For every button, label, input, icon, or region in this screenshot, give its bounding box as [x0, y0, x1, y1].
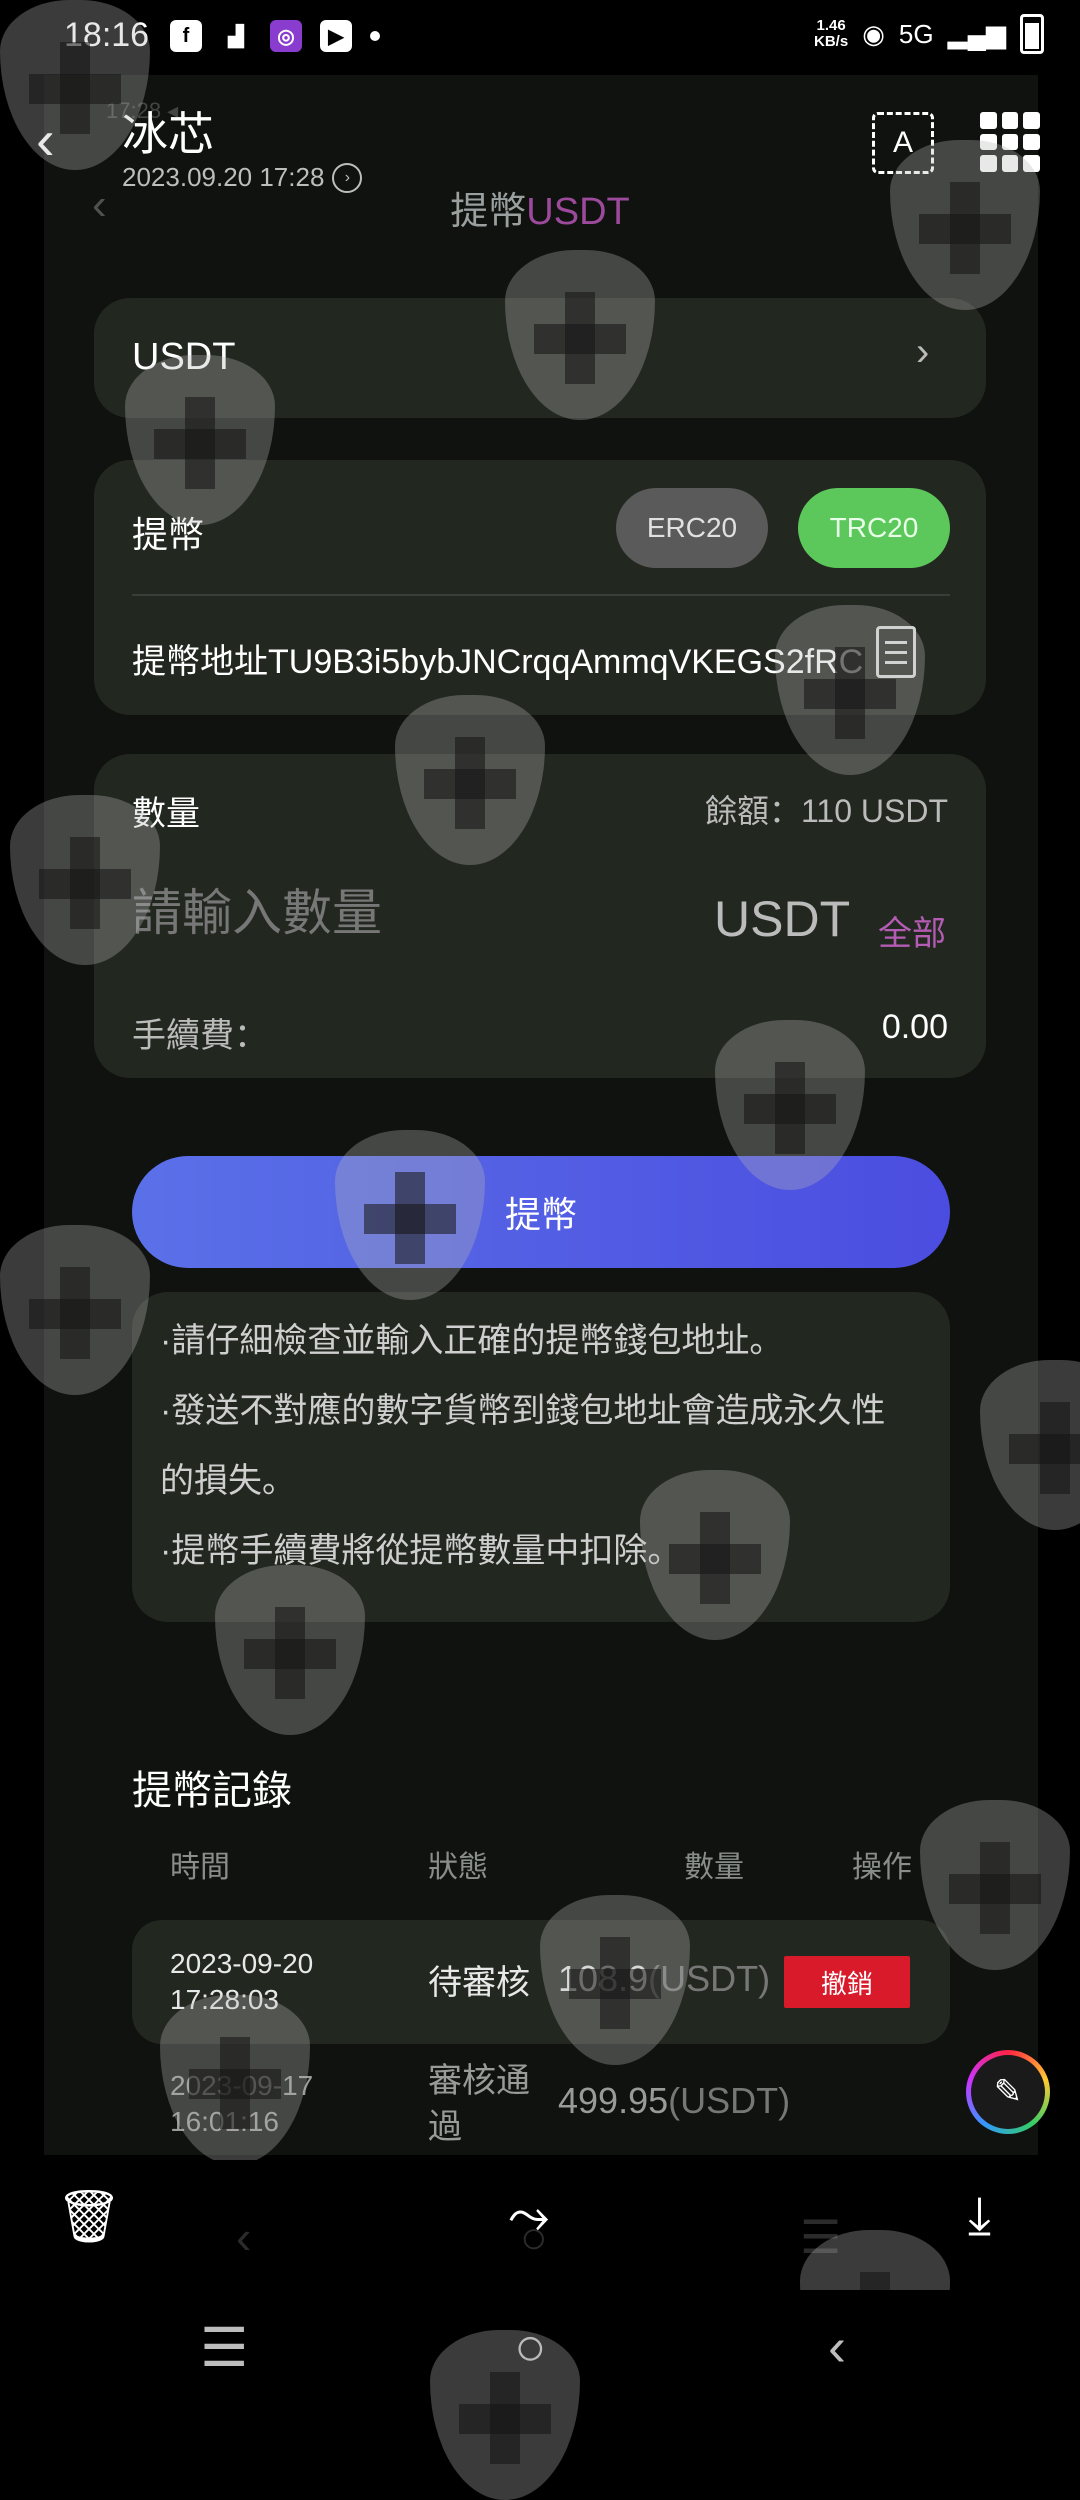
- row-amount: 499.95(USDT): [558, 2080, 791, 2121]
- dot-icon: [370, 31, 380, 41]
- status-app-icons: f ▟ ◎ ▶: [170, 20, 380, 52]
- facebook-icon: f: [170, 20, 202, 52]
- note-line: 的損失。: [160, 1462, 296, 1500]
- chevron-right-icon: ›: [916, 330, 930, 374]
- header-amount: 數量: [684, 1851, 744, 1884]
- header-action: 操作: [852, 1851, 912, 1884]
- trash-icon[interactable]: 🗑: [56, 2186, 122, 2247]
- signal-stats-icon: ▟: [228, 25, 244, 48]
- divider: [132, 594, 950, 596]
- amount-input[interactable]: [132, 884, 652, 942]
- records-title: 提幣記錄: [132, 1769, 292, 1813]
- row-status: 待審核: [428, 1964, 530, 2002]
- watermark-shield-icon: [430, 2330, 580, 2500]
- address-field[interactable]: 提幣地址TU9B3i5bybJNCrqqAmmqVKEGS2fRC: [132, 634, 872, 683]
- hotspot-icon: ◉: [862, 18, 885, 49]
- share-icon[interactable]: ⤳: [508, 2186, 550, 2247]
- row-status: 審核通過: [428, 2062, 530, 2146]
- amount-unit: USDT: [714, 891, 851, 947]
- edit-icon[interactable]: ✎: [966, 2050, 1050, 2134]
- all-button[interactable]: 全部: [878, 906, 946, 955]
- balance-text: 餘額：110 USDT: [704, 793, 948, 829]
- ghost-back-icon: ‹: [236, 2211, 252, 2263]
- download-icon[interactable]: ⤓: [968, 2186, 991, 2247]
- recents-icon[interactable]: ☰: [200, 2316, 248, 2379]
- chain-erc20-button[interactable]: ERC20: [616, 488, 768, 568]
- network-type: 5G: [898, 18, 934, 49]
- app-badge-icon: ◎: [270, 20, 302, 52]
- viewer-date[interactable]: 2023.09.20 17:28 ›: [122, 162, 363, 193]
- fee-value: 0.00: [881, 1008, 948, 1046]
- network-speed: 1.46 KB/s: [814, 17, 849, 50]
- note-line: ·發送不對應的數字貨幣到錢包地址會造成永久性: [160, 1392, 886, 1430]
- youtube-icon: ▶: [320, 20, 352, 52]
- battery-icon: [1020, 14, 1044, 54]
- back-nav-icon[interactable]: ‹: [828, 2316, 846, 2378]
- header-time: 時間: [170, 1851, 230, 1884]
- cancel-button[interactable]: 撤銷: [784, 1956, 910, 2008]
- cell-signal-icon: ▂▄▆: [947, 18, 1006, 49]
- chevron-circle-icon: ›: [332, 162, 363, 193]
- chain-trc20-button[interactable]: TRC20: [798, 488, 950, 568]
- status-right: 1.46 KB/s ◉ 5G ▂▄▆: [814, 14, 1044, 54]
- header-status: 狀態: [428, 1851, 488, 1884]
- note-line: ·請仔細檢查並輸入正確的提幣錢包地址。: [160, 1322, 784, 1360]
- fee-label: 手續費：: [132, 1017, 268, 1055]
